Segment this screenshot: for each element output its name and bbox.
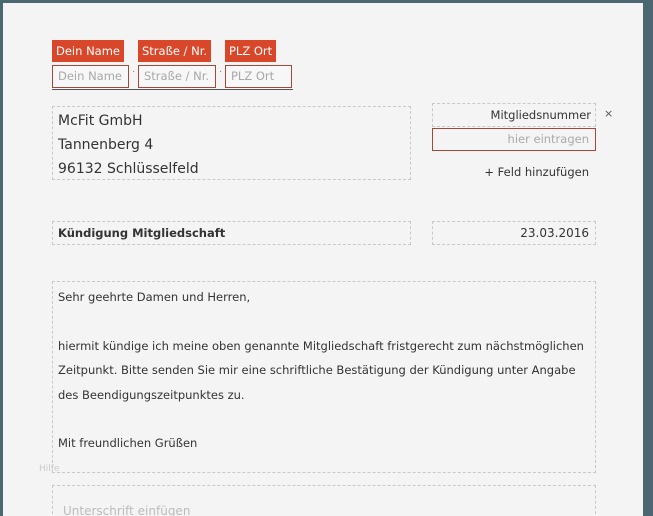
recipient-address[interactable]: McFit GmbH Tannenberg 4 96132 Schlüsself… — [52, 106, 411, 180]
body-paragraph: hiermit kündige ich meine oben genannte … — [58, 338, 584, 402]
sender-street-label: Straße / Nr. — [138, 40, 212, 62]
sender-name-label: Dein Name — [52, 40, 124, 62]
letter-body[interactable]: Sehr geehrte Damen und Herren, hiermit k… — [52, 281, 596, 473]
separator: · — [219, 67, 223, 78]
sender-underline — [52, 89, 293, 90]
sender-city-label: PLZ Ort — [225, 40, 277, 62]
help-link[interactable]: Hilfe — [39, 464, 59, 474]
recipient-line: 96132 Schlüsselfeld — [58, 161, 199, 177]
sender-street-input[interactable]: Straße / Nr. — [138, 65, 216, 88]
recipient-line: McFit GmbH — [58, 113, 143, 129]
sender-name-input[interactable]: Dein Name — [52, 65, 129, 88]
subject-field[interactable]: Kündigung Mitgliedschaft — [52, 221, 411, 245]
add-field-button[interactable]: + Feld hinzufügen — [432, 165, 589, 179]
closing: Mit freundlichen Grüßen — [58, 436, 198, 450]
sender-city-input[interactable]: PLZ Ort — [225, 65, 292, 88]
date-field[interactable]: 23.03.2016 — [432, 221, 596, 245]
remove-field-icon[interactable]: × — [604, 107, 613, 120]
recipient-line: Tannenberg 4 — [58, 137, 154, 153]
separator: · — [132, 67, 136, 78]
member-number-label[interactable]: Mitgliedsnummer — [432, 103, 596, 127]
letter-editor: Dein Name Straße / Nr. PLZ Ort Dein Name… — [3, 3, 643, 516]
signature-field[interactable]: Unterschrift einfügen — [52, 485, 596, 516]
member-number-input[interactable]: hier eintragen — [432, 128, 596, 151]
greeting: Sehr geehrte Damen und Herren, — [58, 290, 251, 304]
